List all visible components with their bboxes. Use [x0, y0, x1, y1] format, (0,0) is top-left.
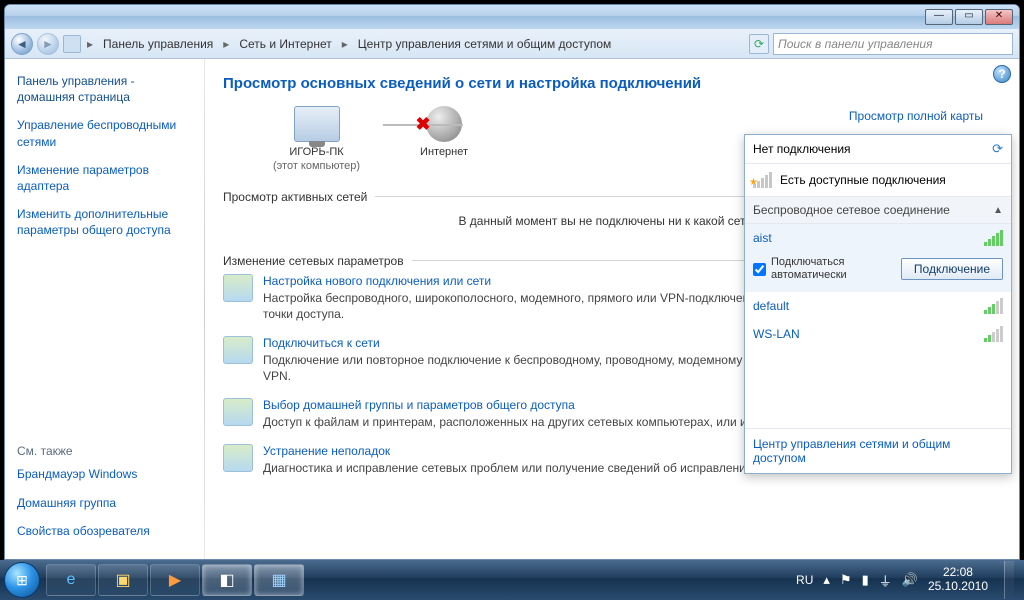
taskbar: ⊞ e ▣ ▶ ◧ ▦ RU ▴ ⚑ ▮ ⏚ 🔊 22:08 25.10.201… [0, 560, 1024, 600]
task-link[interactable]: Устранение неполадок [263, 444, 390, 458]
adapter-header[interactable]: Беспроводное сетевое соединение ▲ [745, 197, 1011, 224]
auto-connect-checkbox[interactable] [753, 263, 766, 276]
clock-date: 25.10.2010 [928, 580, 988, 594]
start-button[interactable]: ⊞ [4, 562, 40, 598]
map-this-pc: ИГОРЬ-ПК (этот компьютер) [273, 106, 360, 174]
search-input[interactable]: Поиск в панели управления [773, 33, 1013, 55]
minimize-button[interactable]: — [925, 9, 953, 25]
tray-network-icon[interactable]: ⏚ [879, 571, 892, 590]
avail-label: Есть доступные подключения [780, 173, 946, 187]
network-connect-panel: Подключаться автоматически Подключение [745, 252, 1011, 292]
see-also-ie-options[interactable]: Свойства обозревателя [17, 523, 193, 539]
tray-lang[interactable]: RU [796, 573, 813, 587]
taskbar-control-panel[interactable]: ▦ [254, 564, 304, 596]
search-placeholder: Поиск в панели управления [778, 37, 933, 51]
taskbar-mediaplayer[interactable]: ▶ [150, 564, 200, 596]
play-icon: ▶ [169, 570, 181, 590]
back-button[interactable]: ◄ [11, 33, 33, 55]
noconn-label: Нет подключения [753, 142, 851, 156]
network-name: WS-LAN [753, 327, 800, 341]
pc-icon [294, 106, 340, 142]
refresh-icon[interactable]: ⟳ [992, 141, 1003, 157]
section-label: Просмотр активных сетей [223, 190, 367, 204]
chevron-right-icon: ▸ [85, 37, 95, 51]
network-item-aist[interactable]: aist [745, 224, 1011, 252]
connect-button[interactable]: Подключение [901, 258, 1003, 280]
tray-volume-icon[interactable]: 🔊 [902, 572, 918, 588]
tray-clock[interactable]: 22:08 25.10.2010 [928, 566, 988, 594]
network-item-wslan[interactable]: WS-LAN [745, 320, 1011, 348]
homegroup-icon [223, 398, 253, 426]
auto-connect-label: Подключаться автоматически [771, 256, 895, 282]
maximize-button[interactable]: ▭ [955, 9, 983, 25]
pc-subtitle: (этот компьютер) [273, 160, 360, 174]
tray-battery-icon[interactable]: ▮ [862, 572, 869, 588]
connect-icon [223, 336, 253, 364]
flyout-footer-link[interactable]: Центр управления сетями и общим доступом [745, 428, 1011, 473]
chevron-right-icon: ▸ [221, 37, 231, 51]
close-button[interactable]: ✕ [985, 9, 1013, 25]
taskbar-ie[interactable]: e [46, 564, 96, 596]
network-item-default[interactable]: default [745, 292, 1011, 320]
signal-bars-icon [984, 326, 1003, 342]
taskbar-app1[interactable]: ◧ [202, 564, 252, 596]
nav-link-sharing[interactable]: Изменить дополнительные параметры общего… [17, 206, 193, 238]
adapter-label: Беспроводное сетевое соединение [753, 203, 950, 217]
breadcrumb-item[interactable]: Панель управления [99, 35, 217, 53]
flyout-header: Нет подключения ⟳ [745, 135, 1011, 164]
see-also: См. также Брандмауэр Windows Домашняя гр… [17, 444, 193, 551]
task-link[interactable]: Настройка нового подключения или сети [263, 274, 491, 288]
tray-flag-icon[interactable]: ⚑ [840, 572, 852, 588]
clock-time: 22:08 [928, 566, 988, 580]
signal-bars-icon [984, 230, 1003, 246]
chevron-right-icon: ▸ [340, 37, 350, 51]
see-also-header: См. также [17, 444, 193, 458]
task-link[interactable]: Подключиться к сети [263, 336, 380, 350]
control-panel-icon: ▦ [271, 570, 286, 590]
connection-broken-icon: ✖ [413, 114, 433, 134]
internet-label: Интернет [420, 146, 468, 160]
nav-home[interactable]: Панель управления - домашняя страница [17, 73, 193, 105]
refresh-button[interactable]: ⟳ [749, 34, 769, 54]
folder-icon: ▣ [115, 570, 130, 590]
chevron-up-icon: ▲ [993, 205, 1003, 216]
nav-pane: Панель управления - домашняя страница Уп… [5, 59, 205, 559]
network-name: default [753, 299, 789, 313]
task-link[interactable]: Выбор домашней группы и параметров общег… [263, 398, 575, 412]
see-also-firewall[interactable]: Брандмауэр Windows [17, 466, 193, 482]
network-flyout: Нет подключения ⟳ ★ Есть доступные подкл… [744, 134, 1012, 474]
tray: RU ▴ ⚑ ▮ ⏚ 🔊 22:08 25.10.2010 [796, 561, 1020, 599]
taskbar-explorer[interactable]: ▣ [98, 564, 148, 596]
address-bar: ◄ ► ▸ Панель управления ▸ Сеть и Интерне… [5, 29, 1019, 59]
page-title: Просмотр основных сведений о сети и наст… [223, 75, 991, 92]
ie-icon: e [67, 571, 76, 589]
nav-link-adapter[interactable]: Изменение параметров адаптера [17, 162, 193, 194]
flyout-status: ★ Есть доступные подключения [745, 164, 1011, 197]
nav-link-wireless[interactable]: Управление беспроводными сетями [17, 117, 193, 149]
breadcrumb-item[interactable]: Сеть и Интернет [235, 35, 335, 53]
task-desc: Диагностика и исправление сетевых пробле… [263, 460, 756, 476]
pc-name: ИГОРЬ-ПК [273, 146, 360, 160]
forward-button[interactable]: ► [37, 33, 59, 55]
see-also-homegroup[interactable]: Домашняя группа [17, 495, 193, 511]
app-icon: ◧ [219, 570, 234, 590]
control-panel-icon [63, 35, 81, 53]
titlebar[interactable]: — ▭ ✕ [5, 5, 1019, 29]
signal-icon: ★ [753, 172, 772, 188]
network-name: aist [753, 231, 772, 245]
troubleshoot-icon [223, 444, 253, 472]
signal-bars-icon [984, 298, 1003, 314]
show-desktop-button[interactable] [1004, 561, 1014, 599]
tray-chevron-icon[interactable]: ▴ [823, 572, 830, 588]
new-connection-icon [223, 274, 253, 302]
section-label: Изменение сетевых параметров [223, 254, 404, 268]
breadcrumb-item[interactable]: Центр управления сетями и общим доступом [354, 35, 616, 53]
